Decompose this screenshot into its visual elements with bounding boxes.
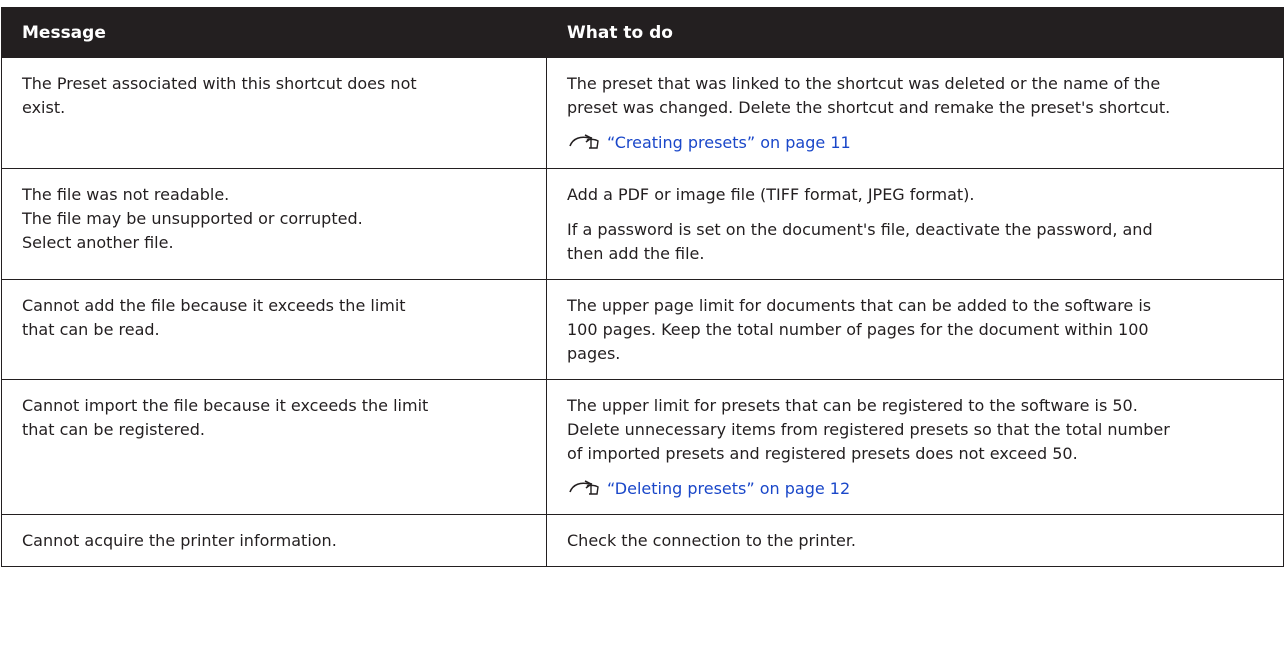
message-text-line: that can be read. <box>22 320 160 339</box>
instruction-text-line: Add a PDF or image file (TIFF format, JP… <box>567 185 975 204</box>
message-text-line: The file was not readable. <box>22 185 230 204</box>
instruction-paragraph: If a password is set on the document's f… <box>567 218 1277 266</box>
instruction-paragraph: The upper limit for presets that can be … <box>567 394 1277 466</box>
instruction-text-line: The upper page limit for documents that … <box>567 296 1152 315</box>
message-text-line: The file may be unsupported or corrupted… <box>22 209 363 228</box>
message-text-line: exist. <box>22 98 66 117</box>
what-to-do-cell: The upper limit for presets that can be … <box>546 379 1284 515</box>
message-text-line: that can be registered. <box>22 420 205 439</box>
message-cell: Cannot import the file because it exceed… <box>1 379 547 515</box>
message-cell: Cannot acquire the printer information. <box>1 514 547 567</box>
reference-arrow-icon <box>567 478 601 496</box>
instruction-text-line: If a password is set on the document's f… <box>567 220 1153 239</box>
table-row: The Preset associated with this shortcut… <box>1 57 1284 169</box>
column-header-what-to-do: What to do <box>546 7 1284 58</box>
instruction-paragraph: The preset that was linked to the shortc… <box>567 72 1277 120</box>
instruction-text-line: The preset that was linked to the shortc… <box>567 74 1161 93</box>
table-header-row: Message What to do <box>1 7 1284 58</box>
reference-paragraph: “Deleting presets” on page 12 <box>567 477 1277 501</box>
page-reference-link[interactable]: “Deleting presets” on page 12 <box>607 479 850 498</box>
instruction-paragraph: The upper page limit for documents that … <box>567 294 1277 366</box>
table-row: Cannot acquire the printer information. C… <box>1 514 1284 567</box>
message-text-line: Cannot add the file because it exceeds t… <box>22 296 406 315</box>
message-text-line: Select another file. <box>22 233 174 252</box>
instruction-text-line: 100 pages. Keep the total number of page… <box>567 320 1149 339</box>
message-text-line: Cannot import the file because it exceed… <box>22 396 429 415</box>
message-cell: The Preset associated with this shortcut… <box>1 57 547 169</box>
what-to-do-cell: Add a PDF or image file (TIFF format, JP… <box>546 168 1284 280</box>
message-cell: Cannot add the file because it exceeds t… <box>1 279 547 380</box>
message-text-line: The Preset associated with this shortcut… <box>22 74 417 93</box>
table-row: The file was not readable. The file may b… <box>1 168 1284 280</box>
instruction-text-line: preset was changed. Delete the shortcut … <box>567 98 1171 117</box>
instruction-text-line: The upper limit for presets that can be … <box>567 396 1138 415</box>
instruction-text-line: of imported presets and registered prese… <box>567 444 1078 463</box>
message-cell: The file was not readable. The file may b… <box>1 168 547 280</box>
instruction-text-line: Check the connection to the printer. <box>567 531 857 550</box>
instruction-text-line: then add the file. <box>567 244 705 263</box>
page-reference-link[interactable]: “Creating presets” on page 11 <box>607 133 851 152</box>
table-row: Cannot import the file because it exceed… <box>1 379 1284 515</box>
what-to-do-cell: Check the connection to the printer. <box>546 514 1284 567</box>
what-to-do-cell: The upper page limit for documents that … <box>546 279 1284 380</box>
reference-arrow-icon <box>567 132 601 150</box>
instruction-paragraph: Add a PDF or image file (TIFF format, JP… <box>567 183 1277 207</box>
message-table: Message What to do The Preset associated… <box>1 7 1284 567</box>
reference-paragraph: “Creating presets” on page 11 <box>567 131 1277 155</box>
instruction-text-line: pages. <box>567 344 621 363</box>
message-text-line: Cannot acquire the printer information. <box>22 531 337 550</box>
instruction-text-line: Delete unnecessary items from registered… <box>567 420 1170 439</box>
column-header-message: Message <box>1 7 547 58</box>
what-to-do-cell: The preset that was linked to the shortc… <box>546 57 1284 169</box>
table-row: Cannot add the file because it exceeds t… <box>1 279 1284 380</box>
instruction-paragraph: Check the connection to the printer. <box>567 529 1277 553</box>
